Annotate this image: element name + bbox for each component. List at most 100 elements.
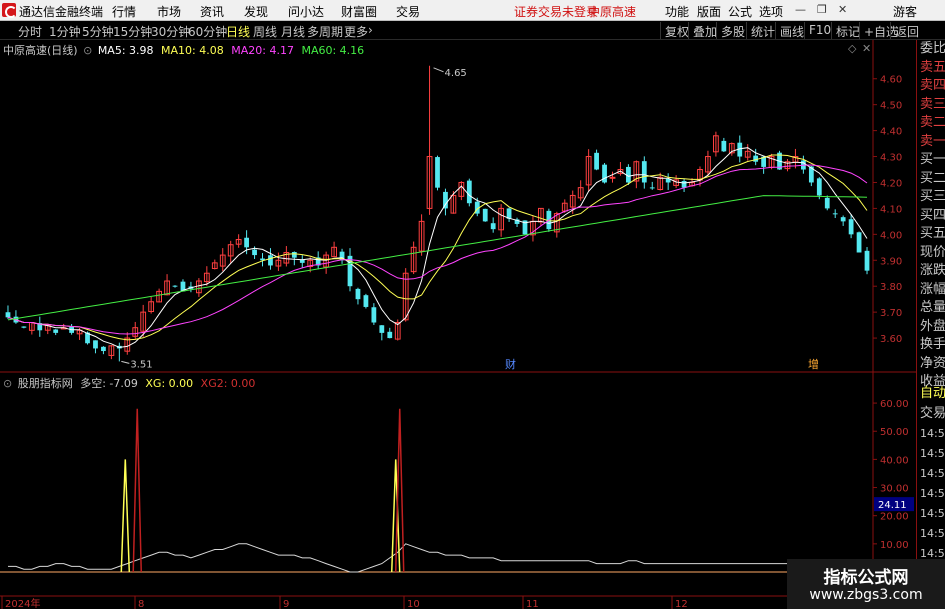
watermark: 指标公式网 www.zbgs3.com [787,559,945,609]
x-tick-label: 2024年 [5,597,40,609]
sidebar-item: 卖四 [920,78,945,93]
sidebar-item: 涨幅 [920,281,945,297]
stock-period-title: 中原高速(日线) [3,44,78,57]
main-y-tick-label: 4.40 [880,127,902,138]
candle-body-down [848,219,854,235]
candle-body-down [681,180,687,188]
candle-body-down [379,325,385,333]
main-y-tick-label: 4.60 [880,75,902,86]
sub-y-tick-label: 50.00 [880,427,909,438]
sidebar-item: 卖一 [920,133,945,149]
candle-body-down [721,140,727,152]
sidebar-tab[interactable]: 自动 [917,385,945,405]
sidebar-item: 涨跌 [920,263,945,278]
main-y-tick-label: 4.20 [880,178,902,189]
sidebar-item: 卖二 [920,115,945,130]
candle-body-down [443,191,448,209]
ma20-label: MA20: 4.17 [231,44,294,57]
candle-body-down [387,331,393,339]
candle-body-down [490,223,496,230]
sidebar-item: 换手 [920,337,945,352]
main-close-icon[interactable]: ✕ [862,42,871,55]
candle-body-down [856,232,862,253]
trade-time: 14:56 [920,487,945,500]
sidebar-item: 净资 [920,355,945,371]
candle-body-down [649,187,655,189]
candle-body-down [93,340,98,349]
trade-time: 14:56 [920,427,945,440]
sub-y-tick-label: 60.00 [880,399,909,410]
main-y-tick-label: 3.60 [880,334,902,345]
sub-y-tick-label: 20.00 [880,512,909,523]
sidebar-item: 现价 [920,244,945,260]
sidebar-item: 买三 [920,189,945,204]
diamond-icon[interactable]: ◇ [848,42,856,55]
candle-body-down [840,217,846,222]
sidebar-item: 卖三 [920,96,945,112]
low-label: 3.51 [130,359,152,370]
main-y-tick-label: 3.70 [880,308,902,319]
candle-body-down [5,312,11,318]
sidebar-item: 委比 [920,41,945,56]
candle-body-down [641,161,647,183]
candle-body-down [291,252,297,258]
x-tick-label: 8 [138,599,144,609]
trade-time: 14:56 [920,447,945,460]
sidebar-item: 买四 [920,207,945,223]
candle-body-down [594,152,599,170]
candle-body-down [101,346,106,352]
trade-time: 14:56 [920,527,945,540]
candle-body-down [363,295,369,307]
ma10-label: MA10: 4.08 [161,44,224,57]
candle-body-down [832,213,838,215]
candle-body-down [824,197,830,209]
candle-body-down [602,164,607,183]
duokong-label: 多空: -7.09 [80,377,138,390]
ma5-label: MA5: 3.98 [97,44,154,57]
candle-body-up [609,176,616,179]
ma60-line [7,195,868,321]
sidebar-item: 外盘 [920,318,945,334]
sidebar-item: 卖五 [920,59,945,75]
sub-chart-header: ⊙ 股朋指标网 多空: -7.09 XG: 0.00 XG2: 0.00 [3,375,255,391]
main-chart-header: 中原高速(日线) ⊙ MA5: 3.98 MA10: 4.08 MA20: 4.… [3,42,364,58]
x-tick-label: 11 [526,599,539,609]
x-tick-label: 10 [407,599,420,609]
high-label: 4.65 [445,68,467,79]
candle-body-down [864,250,870,271]
candle-body-down [244,237,249,248]
main-y-tick-label: 4.10 [880,204,902,215]
x-tick-label: 9 [283,599,289,609]
candle-body-down [753,155,759,162]
main-y-tick-label: 4.50 [880,101,902,112]
circle-icon[interactable]: ⊙ [3,377,12,390]
indicator-name: 股朋指标网 [17,377,73,390]
sub-y-tick-label: 30.00 [880,484,909,495]
watermark-url: www.zbgs3.com [809,587,923,603]
candle-body-down [172,285,178,287]
sidebar-tab[interactable]: 交易 [917,405,945,425]
xg-spike [120,459,131,573]
candle-body-down [53,329,59,333]
quote-sidebar: 委比 卖五 卖四 卖三 卖二 卖一 买一 买二 买三 买四 买五 现价 涨跌 涨幅 总量 外盘 换手 净资 收益 自… [916,40,945,609]
sidebar-item: 买五 [920,226,945,241]
candle-body-down [482,208,488,222]
xg-label: XG: 0.00 [145,377,194,390]
xg2-spike [132,408,142,573]
candle-body-down [252,249,257,256]
marker-increase: 增 [808,357,819,371]
sidebar-item: 总量 [920,300,945,315]
main-y-tick-label: 4.30 [880,153,902,164]
candle-body-down [355,288,361,300]
marker-finance: 财 [505,357,516,371]
circle-down-icon[interactable]: ⊙ [83,44,92,57]
xg2-label: XG2: 0.00 [200,377,256,390]
cursor-value: 24.11 [878,500,907,511]
trade-time: 14:56 [920,467,945,480]
sub-y-tick-label: 10.00 [880,540,909,551]
candle-body-down [268,255,273,266]
main-y-tick-label: 3.90 [880,256,902,267]
sidebar-item: 买二 [920,170,945,186]
sidebar-item: 买一 [920,152,945,167]
kline-chart[interactable]: 4.60 4.50 4.40 4.30 4.20 4.10 4.00 3.90 3.80 3.70… [0,0,916,609]
